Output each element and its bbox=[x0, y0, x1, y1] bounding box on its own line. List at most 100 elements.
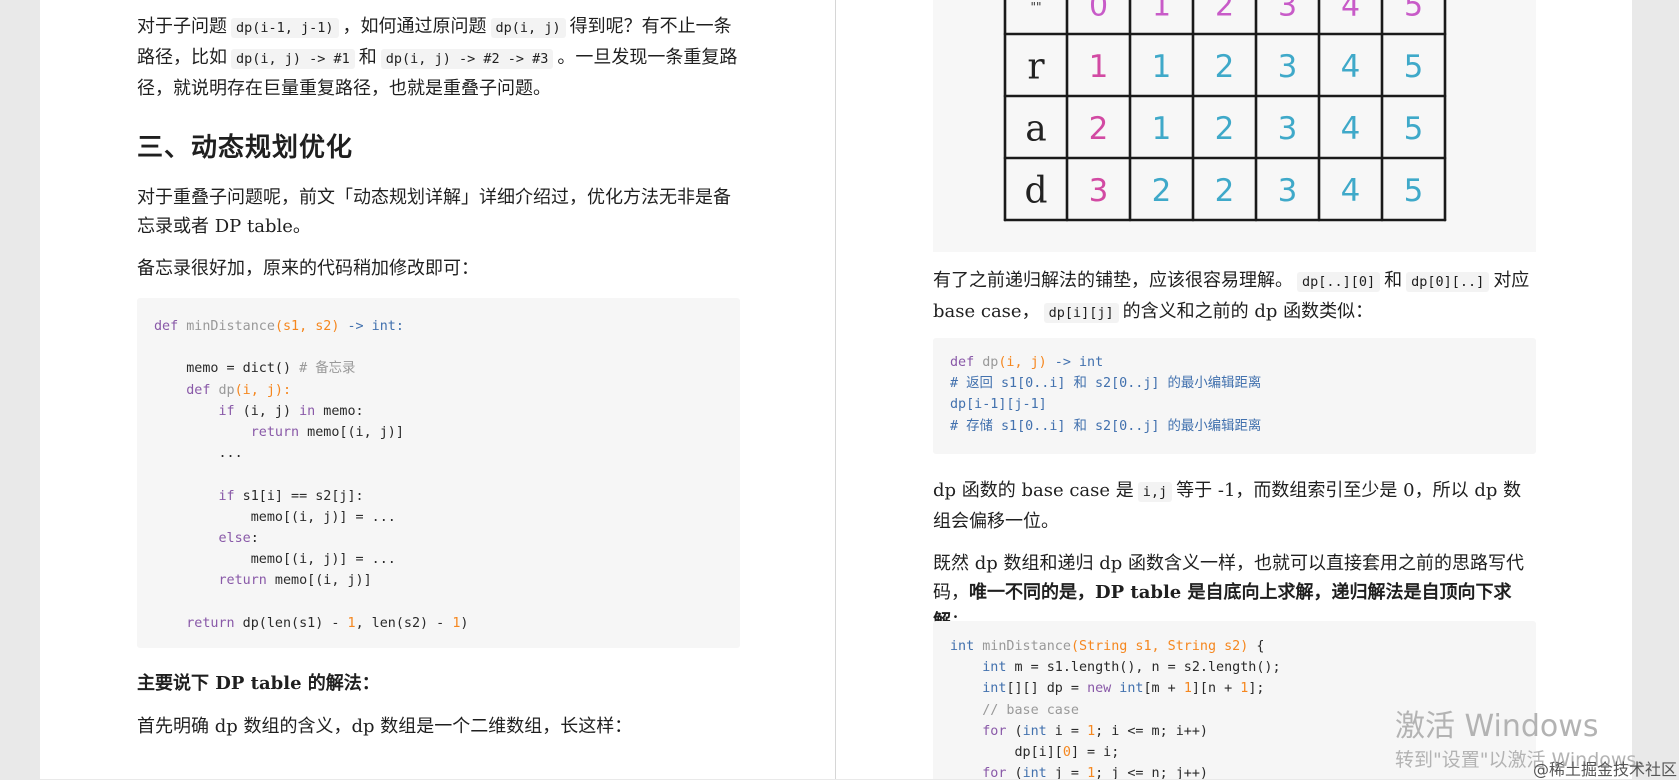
code-token: return bbox=[250, 424, 300, 440]
inline-code: dp(i-1, j-1) bbox=[231, 18, 339, 38]
code-token: def bbox=[186, 382, 211, 398]
text: ，如何通过原问题 bbox=[342, 16, 487, 37]
code-token: ... bbox=[218, 446, 243, 462]
code-token: j = bbox=[1046, 766, 1088, 779]
paragraph-text: 主要说下 DP table 的解法： bbox=[137, 673, 380, 694]
inline-code: dp[0][..] bbox=[1406, 272, 1490, 292]
code-token: (String s1, String s2) bbox=[1070, 639, 1249, 654]
paragraph-text: 首先明确 dp 数组的含义，dp 数组是一个二维数组，长这样： bbox=[137, 716, 633, 737]
text: 和 bbox=[1384, 270, 1403, 291]
code-token: ]; bbox=[1248, 681, 1265, 697]
code-token: for bbox=[982, 766, 1007, 779]
grid-cell: 3 bbox=[1089, 173, 1109, 209]
code-token: // base case bbox=[982, 702, 1079, 718]
code-token: int bbox=[1022, 723, 1047, 739]
grid-cell: 2 bbox=[1215, 111, 1235, 147]
code-token: if bbox=[218, 488, 235, 504]
site-credit: @稀土掘金技术社区 bbox=[1533, 760, 1678, 779]
code-token: 1 bbox=[347, 615, 356, 631]
paragraph-base-case: 有了之前递归解法的铺垫，应该很容易理解。 dp[..][0] 和 dp[0][..] 对… bbox=[933, 266, 1536, 328]
grid-cell: 2 bbox=[1215, 173, 1235, 209]
code-token: for bbox=[982, 723, 1007, 739]
code-token: (i, j) bbox=[998, 355, 1047, 370]
grid-row-label: a bbox=[1025, 109, 1046, 150]
code-block-python-memo[interactable]: def minDistance(s1, s2) -> int: memo = d… bbox=[137, 298, 740, 648]
code-token: i = bbox=[1046, 723, 1088, 739]
inline-code: dp(i, j) -> #2 -> #3 bbox=[380, 49, 554, 69]
code-token: else bbox=[218, 530, 251, 546]
grid-header-cell: 5 bbox=[1404, 0, 1423, 24]
dp-table-figure: "" 0 1 2 3 4 5 r 1 1 2 3 4 5 a 2 1 2 3 4 5 d 3 2 2 3 4 5 bbox=[933, 0, 1536, 252]
code-token: memo = dict() bbox=[154, 361, 300, 377]
grid-header-cell: 0 bbox=[1089, 0, 1108, 24]
grid-cell: 3 bbox=[1278, 111, 1298, 147]
code-token: int bbox=[982, 660, 1007, 676]
grid-cell: 2 bbox=[1215, 49, 1235, 85]
code-token: ( bbox=[1006, 723, 1023, 739]
text: 对于子问题 bbox=[137, 16, 227, 37]
code-token: int bbox=[1111, 681, 1144, 697]
paragraph-memo-intro: 备忘录很好加，原来的代码稍加修改即可： bbox=[137, 254, 740, 283]
code-token: dp bbox=[218, 382, 235, 398]
grid-cell: 4 bbox=[1341, 173, 1361, 209]
text: dp 函数的 base case 是 bbox=[933, 480, 1134, 501]
code-block-dp-meaning[interactable]: def dp(i, j) -> int # 返回 s1[0..i] 和 s2[0.… bbox=[933, 338, 1536, 454]
code-token: -> int bbox=[1046, 355, 1104, 370]
paragraph-overlap-subproblem: 对于子问题 dp(i-1, j-1) ，如何通过原问题 dp(i, j) 得到呢？有不止… bbox=[137, 12, 740, 103]
code-token: # 返回 s1[0..i] 和 s2[0..j] 的最小编辑距离 bbox=[950, 376, 1262, 392]
code-token: (i, j): bbox=[234, 382, 292, 398]
code-token: memo[(i, j)] bbox=[266, 573, 372, 589]
text: 和 bbox=[358, 47, 377, 68]
paragraph-optimization: 对于重叠子问题呢，前文「动态规划详解」详细介绍过，优化方法无非是备忘录或者 DP… bbox=[137, 183, 740, 241]
inline-code: dp[..][0] bbox=[1297, 272, 1381, 292]
grid-header-cell: 4 bbox=[1341, 0, 1360, 24]
code-token: minDistance bbox=[186, 319, 275, 334]
grid-header-cell: 1 bbox=[1152, 0, 1171, 24]
dp-table-svg: "" 0 1 2 3 4 5 r 1 1 2 3 4 5 a 2 1 2 3 4 5 d 3 2 2 3 4 5 bbox=[1003, 0, 1447, 222]
code-token: new bbox=[1087, 681, 1112, 697]
grid-cell: 1 bbox=[1152, 49, 1172, 85]
code-token: [m + bbox=[1143, 681, 1184, 697]
grid-cell: 2 bbox=[1152, 173, 1172, 209]
grid-cell: 1 bbox=[1152, 111, 1172, 147]
code-token: : bbox=[250, 530, 259, 546]
grid-cell: 2 bbox=[1089, 111, 1109, 147]
paragraph-offset: dp 函数的 base case 是 i,j 等于 -1，而数组索引至少是 0，所以… bbox=[933, 476, 1536, 536]
text: 的含义和之前的 dp 函数类似： bbox=[1122, 301, 1374, 322]
code-token: minDistance bbox=[974, 639, 1071, 654]
code-token: [][] dp = bbox=[1006, 681, 1088, 697]
right-page: "" 0 1 2 3 4 5 r 1 1 2 3 4 5 a 2 1 2 3 4 5 d 3 2 2 3 4 5 有了之前递归解法的铺… bbox=[836, 0, 1632, 779]
left-page: 对于子问题 dp(i-1, j-1) ，如何通过原问题 dp(i, j) 得到呢？有不止… bbox=[40, 0, 835, 779]
code-token: ][n + bbox=[1191, 681, 1241, 697]
code-token: memo[(i, j)] = ... bbox=[250, 552, 396, 568]
code-token: int bbox=[982, 681, 1007, 697]
watermark-line1: 激活 Windows bbox=[1395, 709, 1599, 744]
inline-code: dp(i, j) -> #1 bbox=[231, 49, 355, 69]
code-token: ( bbox=[1006, 766, 1023, 779]
grid-corner-label: "" bbox=[1030, 0, 1041, 14]
code-token: dp(len(s1) - bbox=[234, 615, 348, 631]
code-token: 1 bbox=[1087, 766, 1096, 779]
code-token: , len(s2) - bbox=[355, 615, 453, 631]
grid-header-cell: 3 bbox=[1278, 0, 1297, 24]
code-token: (i, j) bbox=[234, 403, 300, 419]
code-token: # 备忘录 bbox=[299, 361, 356, 377]
code-token: memo[(i, j)] = ... bbox=[250, 509, 396, 525]
code-token: m = s1.length(), n = s2.length(); bbox=[1006, 660, 1281, 676]
grid-cell: 5 bbox=[1404, 173, 1424, 209]
code-token: dp[i][ bbox=[1014, 744, 1063, 760]
section-heading: 三、动态规划优化 bbox=[137, 127, 740, 164]
code-token: ] = i; bbox=[1070, 744, 1120, 760]
code-token: in bbox=[299, 403, 316, 419]
code-token: s1[i] == s2[j]: bbox=[234, 488, 364, 504]
code-token: # 存储 s1[0..i] 和 s2[0..j] 的最小编辑距离 bbox=[950, 418, 1262, 434]
code-token: (s1, s2) bbox=[274, 319, 340, 334]
code-token: ) bbox=[460, 615, 469, 631]
grid-header-cell: 2 bbox=[1215, 0, 1234, 24]
code-token: -> int: bbox=[339, 319, 404, 334]
code-token: def bbox=[950, 355, 975, 370]
code-token: memo: bbox=[315, 403, 364, 419]
grid-row-label: r bbox=[1027, 47, 1045, 88]
grid-cell: 4 bbox=[1341, 49, 1361, 85]
code-token: return bbox=[218, 573, 267, 589]
